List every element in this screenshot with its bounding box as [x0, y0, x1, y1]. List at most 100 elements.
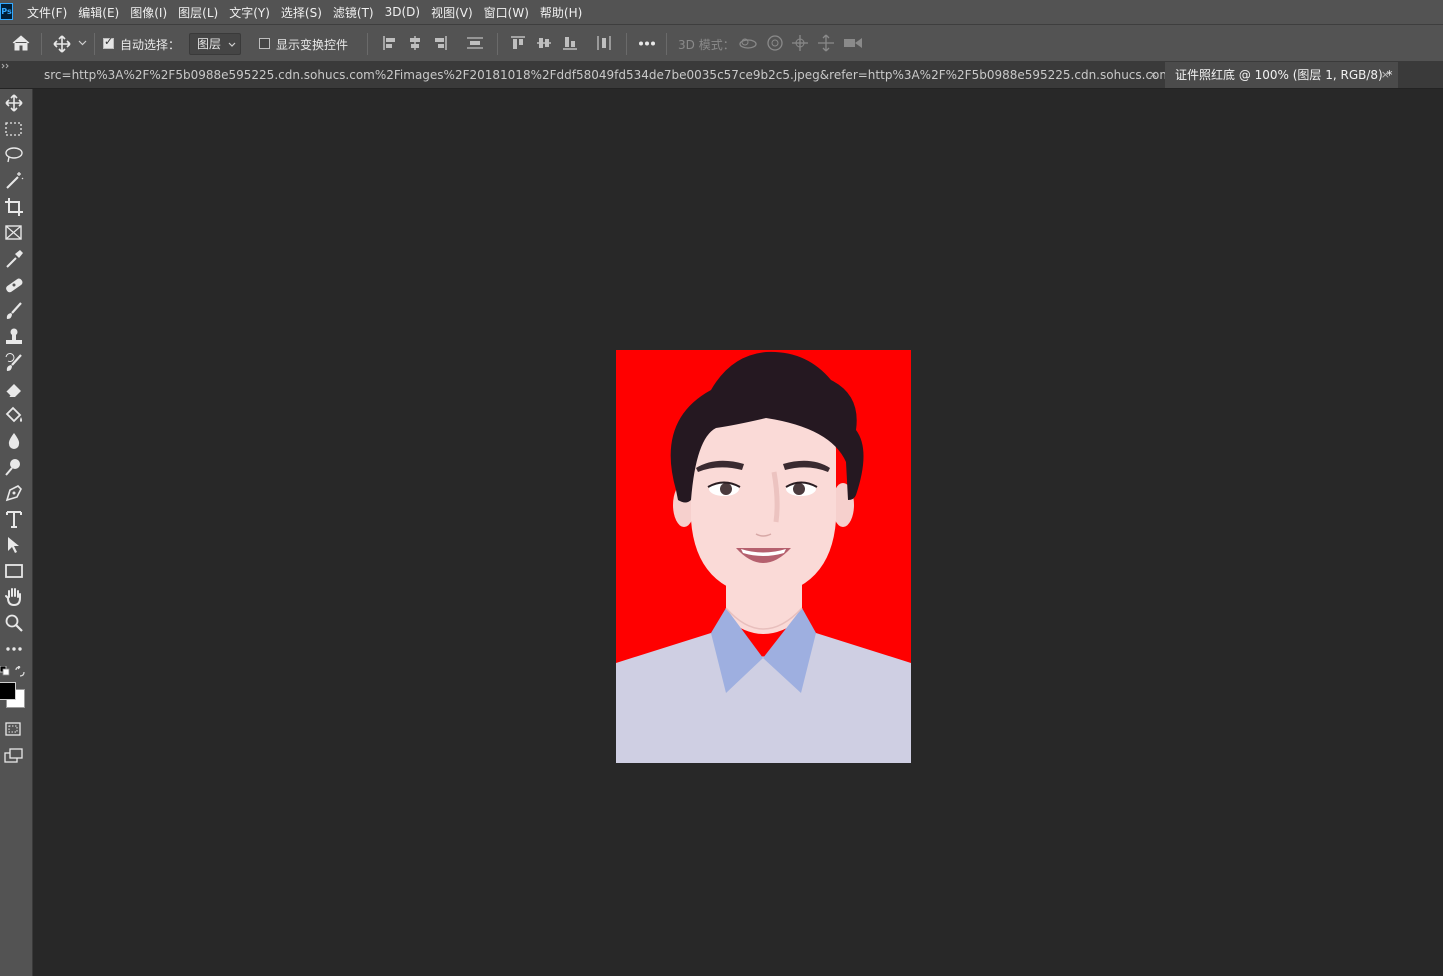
brush-icon [6, 302, 22, 319]
align-horizontal-centers-icon[interactable] [407, 35, 423, 51]
collapse-panel-icon[interactable] [1, 63, 9, 69]
face [691, 412, 836, 597]
distribute-vertical-icon[interactable] [466, 35, 484, 51]
separator [367, 33, 368, 55]
bandage-icon [6, 278, 23, 293]
document-tab-active[interactable]: 证件照红底 @ 100% (图层 1, RGB/8) * × [1165, 62, 1398, 88]
brush-tool[interactable] [3, 300, 25, 322]
menu-bar: Ps 文件(F) 编辑(E) 图像(I) 图层(L) 文字(Y) 选择(S) 滤… [0, 0, 1443, 24]
swap-colors-icon[interactable] [14, 666, 26, 678]
more-options-icon[interactable] [638, 41, 656, 46]
document-tab-source[interactable]: src=http%3A%2F%2F5b0988e595225.cdn.sohuc… [36, 62, 1344, 88]
3d-slide-icon[interactable] [817, 34, 835, 52]
zoom-tool[interactable] [3, 612, 25, 634]
menu-help[interactable]: 帮助(H) [540, 4, 582, 21]
align-vertical-centers-icon[interactable] [536, 35, 552, 51]
close-icon[interactable]: × [1149, 62, 1158, 88]
document-tab-title: 证件照红底 @ 100% (图层 1, RGB/8) * [1175, 68, 1393, 82]
3d-roll-icon[interactable] [766, 34, 784, 52]
eye-pupil-right [793, 483, 805, 495]
menu-type[interactable]: 文字(Y) [229, 4, 270, 21]
3d-mode-label: 3D 模式： [678, 38, 735, 52]
options-bar: 自动选择： 图层 显示变换控件 3D 模式： [0, 24, 1443, 62]
paint-bucket-tool[interactable] [3, 404, 25, 426]
blur-tool[interactable] [3, 430, 25, 452]
healing-brush-tool[interactable] [3, 274, 25, 296]
menu-file[interactable]: 文件(F) [27, 4, 67, 21]
menu-edit[interactable]: 编辑(E) [78, 4, 119, 21]
default-colors-icon[interactable] [0, 666, 10, 676]
align-left-edges-icon[interactable] [382, 35, 398, 51]
eyedropper-tool[interactable] [3, 248, 25, 270]
document-image[interactable] [616, 350, 911, 763]
menu-filter[interactable]: 滤镜(T) [333, 4, 374, 21]
blur-drop-icon [8, 433, 20, 449]
hand-tool[interactable] [3, 586, 25, 608]
rectangular-marquee-icon [5, 122, 22, 136]
paint-bucket-icon [5, 406, 22, 423]
zoom-icon [5, 614, 23, 632]
dodge-tool[interactable] [3, 456, 25, 478]
menu-window[interactable]: 窗口(W) [484, 4, 529, 21]
auto-select-target-dropdown[interactable]: 图层 [189, 33, 241, 55]
magic-wand-tool[interactable] [3, 170, 25, 192]
close-icon[interactable]: × [1381, 62, 1390, 88]
separator [666, 33, 667, 55]
auto-select-target-value: 图层 [197, 37, 222, 51]
auto-select-label: 自动选择： [120, 38, 181, 52]
lasso-icon [5, 147, 23, 163]
move-tool[interactable] [3, 92, 25, 114]
path-selection-tool[interactable] [3, 534, 25, 556]
menu-select[interactable]: 选择(S) [281, 4, 322, 21]
show-transform-controls-label: 显示变换控件 [276, 38, 349, 52]
separator [41, 33, 42, 55]
type-tool[interactable] [3, 508, 25, 530]
menu-3d[interactable]: 3D(D) [385, 5, 420, 19]
crop-icon [5, 198, 23, 216]
clone-stamp-tool[interactable] [3, 326, 25, 348]
distribute-horizontal-icon[interactable] [596, 35, 612, 51]
eye-pupil-left [720, 483, 732, 495]
eraser-tool[interactable] [3, 378, 25, 400]
chevron-down-icon [228, 42, 236, 47]
show-transform-controls-checkbox[interactable] [259, 38, 270, 49]
dodge-icon [5, 459, 20, 476]
menu-image[interactable]: 图像(I) [130, 4, 167, 21]
3d-orbit-icon[interactable] [738, 35, 758, 51]
foreground-color-swatch[interactable] [0, 682, 16, 700]
history-brush-icon [5, 353, 22, 371]
history-brush-tool[interactable] [3, 352, 25, 374]
screen-mode-icon[interactable] [4, 748, 24, 764]
align-right-edges-icon[interactable] [432, 35, 448, 51]
frame-tool[interactable] [3, 222, 25, 244]
more-tools[interactable] [3, 638, 25, 660]
menu-view[interactable]: 视图(V) [431, 4, 473, 21]
home-icon[interactable] [11, 34, 31, 52]
3d-pan-icon[interactable] [791, 34, 809, 52]
separator [626, 33, 627, 55]
more-tools-icon [6, 647, 22, 651]
frame-icon [5, 225, 22, 240]
menu-layer[interactable]: 图层(L) [178, 4, 218, 21]
pen-tool[interactable] [3, 482, 25, 504]
separator [94, 33, 95, 55]
separator [497, 33, 498, 55]
stamp-icon [6, 328, 22, 344]
eyedropper-icon [6, 250, 23, 268]
move-tool-preset-icon[interactable] [53, 35, 71, 53]
align-top-edges-icon[interactable] [510, 35, 526, 51]
marquee-tool[interactable] [3, 118, 25, 140]
pen-icon [5, 485, 22, 502]
quick-mask-icon[interactable] [5, 722, 21, 736]
align-bottom-edges-icon[interactable] [562, 35, 578, 51]
eraser-icon [5, 384, 21, 397]
lasso-tool[interactable] [3, 144, 25, 166]
nose-bridge [771, 471, 780, 523]
crop-tool[interactable] [3, 196, 25, 218]
type-icon [6, 511, 22, 528]
rectangle-tool[interactable] [3, 560, 25, 582]
auto-select-checkbox[interactable] [103, 35, 114, 49]
chevron-down-icon[interactable] [78, 40, 87, 46]
3d-scale-camera-icon[interactable] [843, 36, 863, 50]
path-selection-icon [8, 537, 19, 553]
